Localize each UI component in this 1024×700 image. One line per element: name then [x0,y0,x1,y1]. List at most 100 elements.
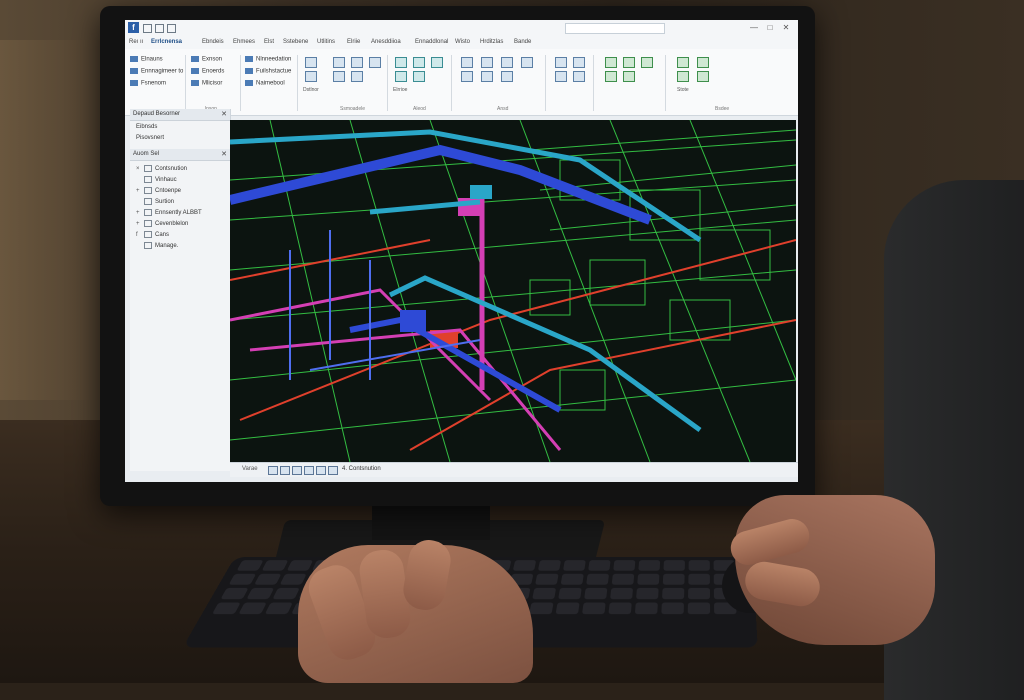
ribbon-cmd-7[interactable]: Nlnneedation [245,56,291,63]
tab-edit[interactable]: Elriie [347,39,360,45]
tab-architecture[interactable]: Errlcnensa [151,39,182,45]
tool-icon[interactable] [501,71,513,82]
tool-icon[interactable] [481,57,493,68]
command-icon [130,68,138,74]
close-button[interactable]: ✕ [779,22,793,34]
tab-systems[interactable]: Ehmees [233,39,255,45]
view-scale[interactable]: Varae [242,466,258,472]
tool-icon[interactable] [395,57,407,68]
detail-level-icon[interactable] [268,466,278,475]
ribbon-small-label: Dstlnor [303,87,319,93]
visual-style-icon[interactable] [280,466,290,475]
tree-item-label: Cntoenpe [155,188,182,195]
tree-item[interactable]: + Cntoenpe [136,187,181,194]
tab-view[interactable]: Wisto [455,39,470,45]
tool-icon[interactable] [641,57,653,68]
close-icon[interactable]: ✕ [218,149,227,160]
tool-icon[interactable] [305,71,317,82]
tree-item[interactable]: Vinhauc [136,176,177,183]
undo-icon[interactable] [167,24,176,33]
close-icon[interactable]: ✕ [218,109,227,120]
fitting-block [400,310,426,332]
search-input[interactable] [565,23,665,34]
tool-icon[interactable] [333,71,345,82]
key [586,573,610,585]
tool-icon[interactable] [677,57,689,68]
tree-item[interactable]: + Ennsently ALBBT [136,209,202,216]
tab-annotate[interactable]: Sstebene [283,39,308,45]
expand-icon[interactable]: + [136,210,144,216]
hide-elements-icon[interactable] [328,466,338,475]
ribbon-cmd-label: Nlnneedation [256,56,292,63]
tab-insert[interactable]: Elst [264,39,274,45]
tool-icon[interactable] [521,57,533,68]
shadows-icon[interactable] [304,466,314,475]
maximize-button[interactable]: □ [763,22,777,34]
pipe [239,239,796,421]
crop-view-icon[interactable] [316,466,326,475]
tool-icon[interactable] [573,57,585,68]
ribbon-cmd-6[interactable]: Mlicisor [191,80,222,87]
tool-icon[interactable] [623,71,635,82]
tree-item[interactable]: × Contsnution [136,165,187,172]
minimize-button[interactable]: — [747,22,761,34]
tool-icon[interactable] [677,71,689,82]
expand-icon[interactable]: + [136,221,144,227]
expand-icon[interactable]: f [136,232,144,238]
expand-icon[interactable]: × [136,166,144,172]
tree-item[interactable]: f Cans [136,231,169,238]
tool-icon[interactable] [369,57,381,68]
save-icon[interactable] [143,24,152,33]
tool-icon[interactable] [461,57,473,68]
tool-icon[interactable] [395,71,407,82]
key [228,573,257,585]
ribbon-cmd-1[interactable]: Elnauns [130,56,163,63]
tree-item[interactable]: Surtion [136,198,174,205]
tree-item[interactable]: + Cevenblelon [136,220,188,227]
tab-additional[interactable]: Ennaddlonal [415,39,448,45]
tab-file[interactable]: Reı ıı [129,39,143,45]
tool-icon[interactable] [461,71,473,82]
expand-icon[interactable]: + [136,188,144,194]
open-icon[interactable] [155,24,164,33]
sun-path-icon[interactable] [292,466,302,475]
tool-icon[interactable] [697,57,709,68]
tool-icon[interactable] [555,71,567,82]
ribbon-cmd-2[interactable]: Ennnagimeer to [130,68,183,75]
tool-icon[interactable] [605,57,617,68]
ribbon-cmd-9[interactable]: Naimebool [245,80,285,87]
tool-icon[interactable] [697,71,709,82]
ribbon-cmd-4[interactable]: Exnson [191,56,222,63]
tool-icon[interactable] [333,57,345,68]
ribbon-separator [545,55,546,111]
tool-icon[interactable] [555,57,567,68]
ribbon-cmd-5[interactable]: Enoerds [191,68,224,75]
ribbon-cmd-3[interactable]: Fsnenom [130,80,166,87]
left-hand [298,536,533,683]
tool-icon[interactable] [351,71,363,82]
tree-item[interactable]: Manage. [136,242,178,249]
app-logo[interactable]: f [128,22,139,33]
tool-icon[interactable] [481,71,493,82]
tool-icon[interactable] [431,57,443,68]
tool-icon[interactable] [573,71,585,82]
tool-icon[interactable] [413,57,425,68]
tool-icon[interactable] [501,57,513,68]
browser-item[interactable]: Pisovsnert [136,135,164,141]
key [637,573,660,585]
tool-icon[interactable] [305,57,317,68]
ribbon-cmd-8[interactable]: Fuilshstactue [245,68,291,75]
tab-utilities[interactable]: Utlitins [317,39,335,45]
browser-item[interactable]: Eibnsds [136,124,157,130]
tab-modify[interactable]: Bande [514,39,531,45]
tab-addins[interactable]: Anesddiioa [371,39,401,45]
tool-icon[interactable] [605,71,617,82]
ribbon-cmd-label: Enoerds [202,68,225,75]
command-icon [130,56,138,62]
tab-structure[interactable]: Ebndeis [202,39,224,45]
tool-icon[interactable] [623,57,635,68]
3d-viewport[interactable] [230,120,796,462]
tool-icon[interactable] [351,57,363,68]
tool-icon[interactable] [413,71,425,82]
tab-manage[interactable]: Hrditzlas [480,39,503,45]
